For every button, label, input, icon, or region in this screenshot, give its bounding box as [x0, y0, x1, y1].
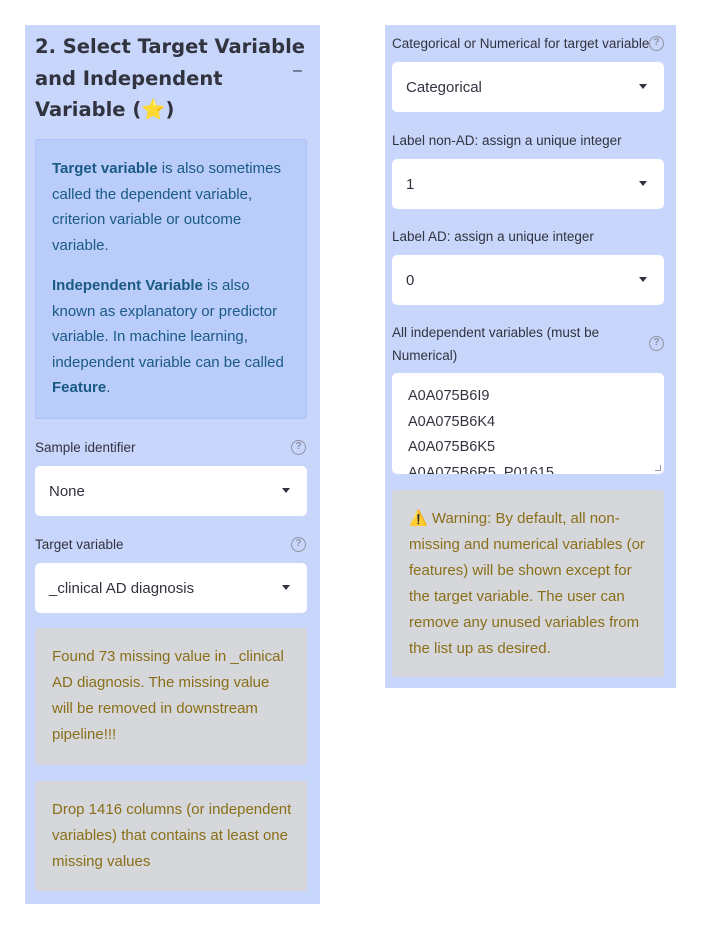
info-paragraph-independent: Independent Variable is also known as ex… [52, 273, 292, 401]
cat-num-select[interactable]: Categorical [392, 62, 664, 112]
missing-value-warning-text: Found 73 missing value in _clinical AD d… [52, 648, 284, 743]
independent-var-item: A0A075B6K5 [408, 439, 496, 455]
chevron-down-icon [282, 488, 290, 493]
cat-num-help-icon[interactable]: ? [649, 36, 664, 51]
label-non-ad-select[interactable]: 1 [392, 159, 664, 209]
info-paragraph-target: Target variable is also sometimes called… [52, 156, 292, 258]
cat-num-label: Categorical or Numerical for target vari… [392, 36, 650, 51]
target-variable-value: _clinical AD diagnosis [49, 579, 195, 597]
label-ad-value: 0 [406, 271, 415, 289]
cat-num-value: Categorical [406, 78, 482, 96]
left-panel: 2. Select Target Variable and Independen… [25, 25, 320, 904]
independent-vars-label: All independent variables (must be Numer… [392, 325, 600, 363]
label-non-ad-label: Label non-AD: assign a unique integer [392, 133, 622, 148]
info-period: . [106, 379, 111, 396]
label-ad-select[interactable]: 0 [392, 255, 664, 305]
default-variables-warning: ⚠️ Warning: By default, all non-missing … [392, 490, 664, 677]
star-emoji: (⭐) [132, 98, 175, 121]
info-feature-bold: Feature [52, 379, 107, 396]
independent-var-item: A0A075B6K4 [408, 413, 496, 430]
target-variable-select[interactable]: _clinical AD diagnosis [35, 563, 307, 613]
drop-columns-warning: Drop 1416 columns (or independent variab… [35, 781, 307, 891]
info-box: Target variable is also sometimes called… [35, 139, 307, 419]
drop-columns-warning-text: Drop 1416 columns (or independent variab… [52, 801, 292, 870]
independent-vars-help-icon[interactable]: ? [649, 336, 664, 351]
independent-var-item: A0A075B6I9 [408, 388, 490, 404]
sample-identifier-help-icon[interactable]: ? [291, 440, 306, 455]
right-panel: Categorical or Numerical for target vari… [385, 25, 676, 688]
label-non-ad-value: 1 [406, 175, 415, 193]
independent-vars-textarea[interactable]: A0A075B6I9 A0A075B6K4 A0A075B6K5 A0A075B… [392, 373, 664, 474]
sample-identifier-value: None [49, 482, 85, 500]
chevron-down-icon [639, 181, 647, 186]
default-variables-warning-text: Warning: By default, all non-missing and… [409, 510, 645, 657]
independent-var-item: A0A075B6R5_P01615 [408, 464, 554, 475]
chevron-down-icon [639, 277, 647, 282]
info-target-bold: Target variable [52, 160, 158, 177]
target-variable-help-icon[interactable]: ? [291, 537, 306, 552]
sample-identifier-select[interactable]: None [35, 466, 307, 516]
missing-value-warning: Found 73 missing value in _clinical AD d… [35, 628, 307, 765]
target-variable-label: Target variable [35, 537, 124, 552]
section-title: 2. Select Target Variable and Independen… [35, 31, 310, 126]
info-independent-bold: Independent Variable [52, 277, 203, 294]
resize-handle-icon[interactable] [655, 465, 661, 471]
collapse-icon[interactable]: – [293, 62, 302, 80]
label-ad-label: Label AD: assign a unique integer [392, 229, 594, 244]
chevron-down-icon [282, 585, 290, 590]
chevron-down-icon [639, 84, 647, 89]
sample-identifier-label: Sample identifier [35, 440, 136, 455]
warning-icon: ⚠️ [409, 510, 428, 527]
